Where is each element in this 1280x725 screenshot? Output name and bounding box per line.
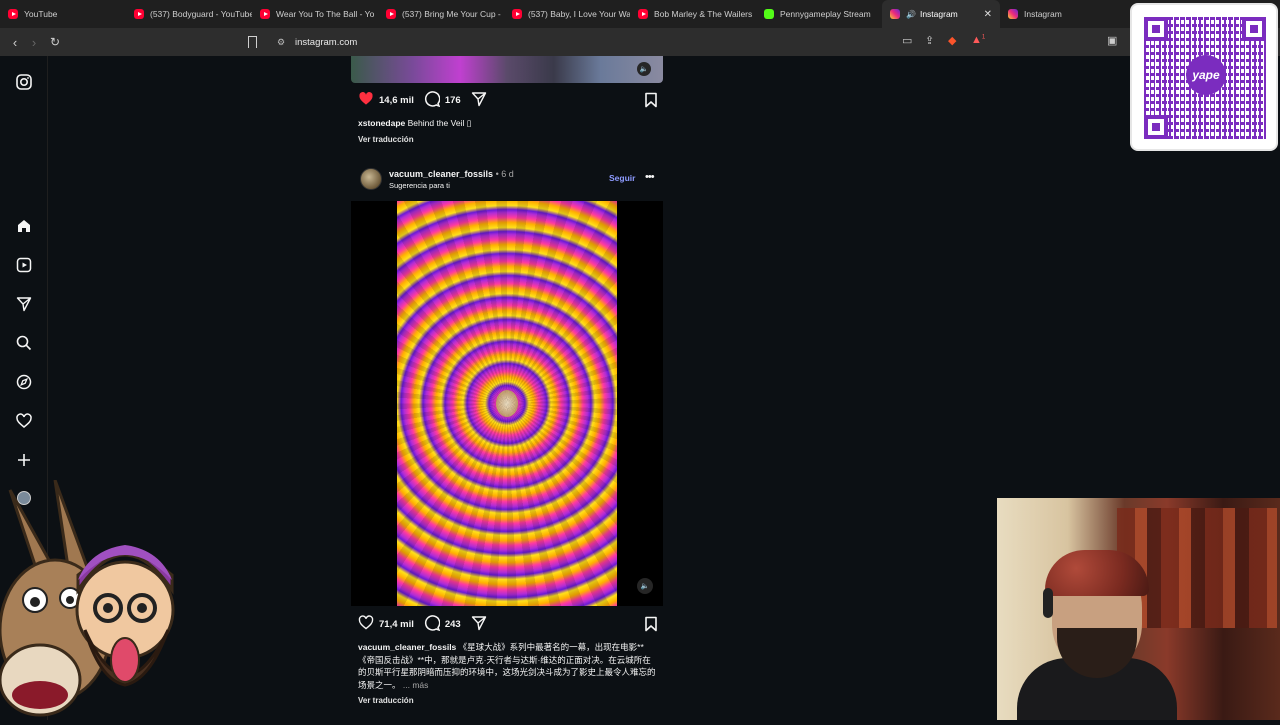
browser-tab-bar: YouTube (537) Bodyguard - YouTube Wear Y… [0,0,1280,28]
tab-label: (537) Bodyguard - YouTube [150,9,252,19]
youtube-icon [386,9,396,19]
see-translation-link[interactable]: Ver traducción [358,135,414,144]
tab-label: Instagram [919,9,958,19]
comment-icon[interactable] [424,90,441,110]
share-icon[interactable]: ⇪ [925,34,934,47]
see-translation-link[interactable]: Ver traducción [358,696,414,705]
url-bar[interactable]: ⚙ instagram.com [265,32,995,52]
save-bookmark-icon[interactable] [644,92,658,111]
post1-actions: 14,6 mil 176 [358,90,658,110]
mute-icon[interactable]: 🔈 [637,578,653,594]
qr-finder-pattern [1242,17,1266,41]
tab-bring-me-your-cup[interactable]: (537) Bring Me Your Cup - [378,0,504,28]
notifications-heart-icon[interactable] [14,411,34,431]
save-bookmark-icon[interactable] [644,616,658,635]
tab-wear-you-to-the-ball[interactable]: Wear You To The Ball - Yo [252,0,378,28]
yape-logo: yape [1186,55,1226,95]
follow-button[interactable]: Seguir [609,173,635,183]
post2-actions: 71,4 mil 243 [358,614,658,634]
caption-username[interactable]: xstonedape [358,118,405,128]
post2-time: • 6 d [495,169,514,179]
tab-instagram-active[interactable]: 🔊 Instagram ✕ [882,0,1000,28]
post1-caption: xstonedape Behind the Veil ▯ [358,117,658,130]
post2-media[interactable]: 🔈 [351,201,663,606]
post2-username-line: vacuum_cleaner_fossils • 6 d [389,169,514,179]
post1-like-count[interactable]: 14,6 mil [379,95,414,106]
yape-qr-code: yape [1130,3,1278,151]
youtube-icon [134,9,144,19]
reload-icon[interactable]: ↻ [45,32,65,52]
close-tab-icon[interactable]: ✕ [984,9,992,20]
post2-suggestion-label: Sugerencia para ti [389,181,450,190]
psychedelic-video [397,201,617,606]
post2-username[interactable]: vacuum_cleaner_fossils [389,169,493,179]
messages-icon[interactable] [14,294,34,314]
back-icon[interactable]: ‹ [5,32,25,52]
search-icon[interactable] [14,333,34,353]
more-link[interactable]: ... más [403,680,429,690]
post2-comment-count[interactable]: 243 [445,619,461,630]
webcam-feed [997,498,1280,720]
brave-shield-icon[interactable]: ◆ [948,34,956,47]
tab-baby-i-love[interactable]: (537) Baby, I Love Your Wa [504,0,630,28]
forward-icon[interactable]: › [24,32,44,52]
tab-bodyguard[interactable]: (537) Bodyguard - YouTube [126,0,252,28]
mute-icon[interactable]: 🔈 [637,62,651,76]
like-filled-icon[interactable] [358,91,374,109]
browser-toolbar: ‹ › ↻ ⚙ instagram.com ▭ ⇪ ◆ ▲1 ▣ [0,28,1280,56]
cast-icon[interactable]: ▭ [902,34,912,47]
share-icon[interactable] [471,91,487,110]
explore-icon[interactable] [14,372,34,392]
comment-icon[interactable] [424,614,441,634]
rewards-icon[interactable]: ▲1 [971,34,985,46]
create-plus-icon[interactable] [14,450,34,470]
tab-youtube[interactable]: YouTube [0,0,126,28]
streamer-mascot-overlay [0,479,180,720]
like-icon[interactable] [358,615,374,633]
bookmark-icon[interactable] [248,36,257,48]
tab-pennygameplay[interactable]: Pennygameplay Stream [756,0,882,28]
tab-instagram[interactable]: Instagram [1000,0,1126,28]
post1-media[interactable]: 🔈 [351,56,663,83]
headset-icon [1043,588,1053,618]
tab-label: YouTube [24,9,58,19]
tab-label: (537) Baby, I Love Your Wa [528,9,630,19]
notification-badge: 1 [981,34,986,41]
reels-icon[interactable] [14,255,34,275]
tab-label: Wear You To The Ball - Yo [276,9,375,19]
post2-caption: vacuum_cleaner_fossils 《星球大战》系列中最著名的一幕，出… [358,641,658,691]
kick-icon [764,9,774,19]
instagram-icon [890,9,900,19]
tab-label: Pennygameplay Stream [780,9,871,19]
qr-finder-pattern [1144,115,1168,139]
youtube-icon [260,9,270,19]
youtube-icon [8,9,18,19]
caption-username[interactable]: vacuum_cleaner_fossils [358,642,456,652]
url-text: instagram.com [295,36,358,48]
sidebar-toggle-icon[interactable]: ▣ [1107,34,1117,47]
youtube-icon [512,9,522,19]
post1-comment-count[interactable]: 176 [445,95,461,106]
tab-label: (537) Bring Me Your Cup - [402,9,501,19]
instagram-icon [1008,9,1018,19]
more-options-icon[interactable]: ••• [645,171,655,183]
speaker-icon[interactable]: 🔊 [906,10,916,19]
qr-finder-pattern [1144,17,1168,41]
tab-bob-marley[interactable]: Bob Marley & The Wailers [630,0,756,28]
post2-like-count[interactable]: 71,4 mil [379,619,414,630]
caption-text: Behind the Veil ▯ [407,118,472,128]
instagram-feed: 🔈 14,6 mil 176 xstonedape Behind the Vei… [351,56,663,720]
post2-header: vacuum_cleaner_fossils • 6 d Sugerencia … [360,168,662,192]
avatar[interactable] [360,168,382,190]
instagram-logo-icon[interactable] [14,72,34,92]
share-icon[interactable] [471,615,487,634]
site-settings-icon[interactable]: ⚙ [277,37,285,48]
tab-label: Bob Marley & The Wailers [654,9,753,19]
youtube-icon [638,9,648,19]
home-icon[interactable] [14,216,34,236]
tab-label: Instagram [1024,9,1062,19]
